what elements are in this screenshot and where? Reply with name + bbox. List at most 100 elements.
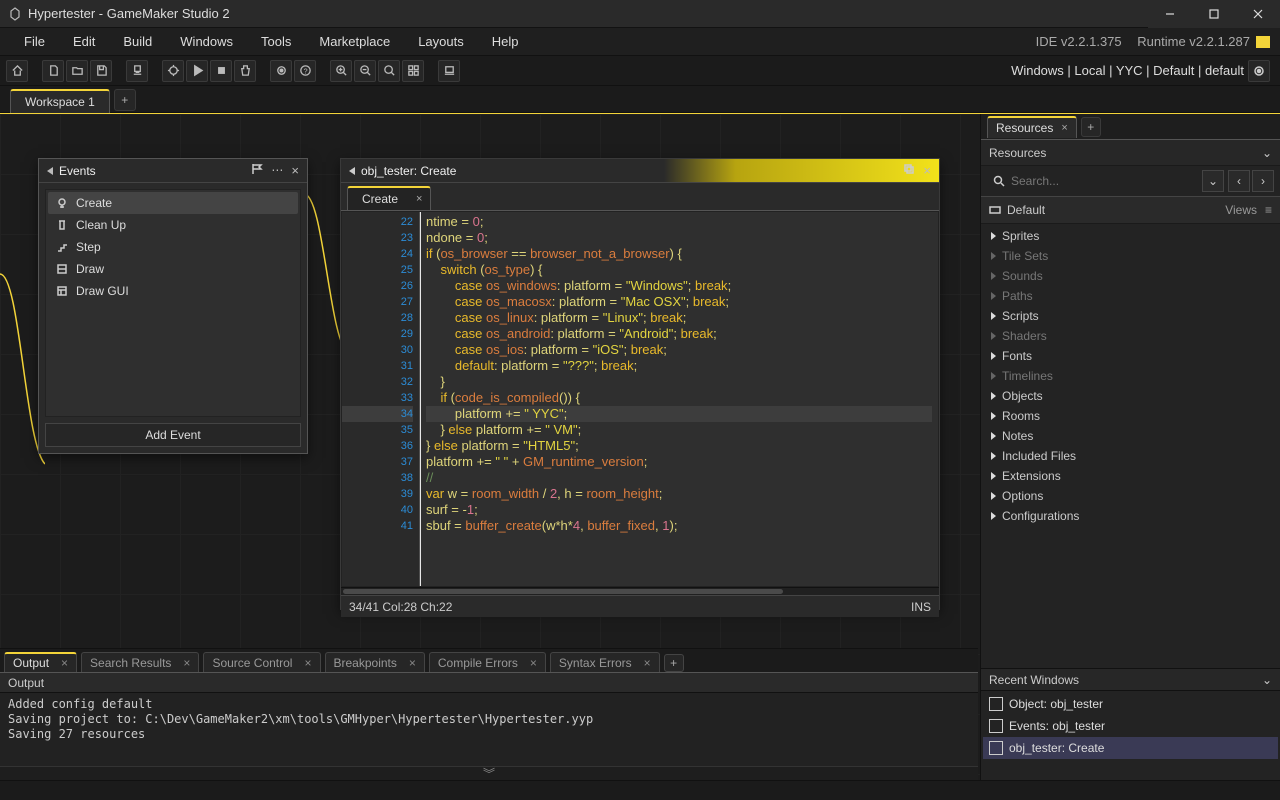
close-tab-icon[interactable]: ×	[183, 656, 190, 670]
panel-close-icon[interactable]: ×	[923, 163, 931, 178]
resource-row[interactable]: Extensions	[981, 466, 1280, 486]
resource-row[interactable]: Scripts	[981, 306, 1280, 326]
resources-tab[interactable]: Resources×	[987, 116, 1077, 138]
expand-handle[interactable]: ︾	[0, 766, 978, 780]
events-panel[interactable]: Events ⋯ × CreateClean UpStepDrawDraw GU…	[38, 158, 308, 454]
menu-marketplace[interactable]: Marketplace	[305, 28, 404, 55]
resource-row[interactable]: Tile Sets	[981, 246, 1280, 266]
zoom-out-button[interactable]	[354, 60, 376, 82]
output-tab[interactable]: Breakpoints×	[325, 652, 425, 672]
close-tab-icon[interactable]: ×	[1061, 122, 1067, 134]
run-button[interactable]	[186, 60, 208, 82]
stop-button[interactable]	[210, 60, 232, 82]
window-maximize-button[interactable]	[1192, 0, 1236, 28]
recent-window-row[interactable]: Events: obj_tester	[983, 715, 1278, 737]
create-exe-button[interactable]	[126, 60, 148, 82]
recent-window-row[interactable]: Object: obj_tester	[983, 693, 1278, 715]
laptop-mode-button[interactable]	[438, 60, 460, 82]
resource-row[interactable]: Options	[981, 486, 1280, 506]
menu-layouts[interactable]: Layouts	[404, 28, 478, 55]
zoom-reset-button[interactable]	[378, 60, 400, 82]
save-button[interactable]	[90, 60, 112, 82]
resource-row[interactable]: Notes	[981, 426, 1280, 446]
close-tab-icon[interactable]: ×	[304, 656, 311, 670]
zoom-in-button[interactable]	[330, 60, 352, 82]
output-tab[interactable]: Source Control×	[203, 652, 320, 672]
resource-row[interactable]: Shaders	[981, 326, 1280, 346]
events-panel-title: Events	[59, 164, 96, 178]
titlebar: Hypertester - GameMaker Studio 2	[0, 0, 1280, 28]
expand-tree-button[interactable]	[402, 60, 424, 82]
resource-row[interactable]: Sounds	[981, 266, 1280, 286]
code-area[interactable]: 2223242526272829303132333435363738394041…	[341, 211, 939, 587]
resource-row[interactable]: Configurations	[981, 506, 1280, 526]
resource-row[interactable]: Rooms	[981, 406, 1280, 426]
event-row[interactable]: Create	[48, 192, 298, 214]
menu-windows[interactable]: Windows	[166, 28, 247, 55]
debug-button[interactable]	[162, 60, 184, 82]
menu-help[interactable]: Help	[478, 28, 533, 55]
output-tab[interactable]: Output×	[4, 652, 77, 672]
menu-file[interactable]: File	[10, 28, 59, 55]
resources-header[interactable]: Resources ⌄	[981, 140, 1280, 166]
window-minimize-button[interactable]	[1148, 0, 1192, 28]
feedback-icon[interactable]	[1256, 36, 1270, 48]
output-tab[interactable]: Search Results×	[81, 652, 199, 672]
resource-row[interactable]: Objects	[981, 386, 1280, 406]
recent-windows-panel: Recent Windows ⌄ Object: obj_testerEvent…	[980, 668, 1280, 780]
hamburger-icon[interactable]: ≡	[1265, 203, 1272, 217]
workspace-tab[interactable]: Workspace 1	[10, 89, 110, 113]
game-options-button[interactable]	[270, 60, 292, 82]
target-manager-button[interactable]	[1248, 60, 1270, 82]
resource-row[interactable]: Fonts	[981, 346, 1280, 366]
sidebar-tab-add[interactable]: +	[1081, 117, 1101, 137]
panel-menu-icon[interactable]: ⋯	[271, 163, 283, 178]
close-tab-icon[interactable]: ×	[530, 656, 537, 670]
resource-row[interactable]: Included Files	[981, 446, 1280, 466]
horizontal-scrollbar[interactable]	[341, 587, 939, 595]
close-tab-icon[interactable]: ×	[61, 656, 68, 670]
code-editor-panel[interactable]: obj_tester: Create × Create × 2223242526…	[340, 158, 940, 610]
search-input[interactable]: Search...	[987, 170, 1198, 192]
chevron-down-icon[interactable]: ⌄	[1262, 146, 1272, 160]
expand-icon	[991, 412, 996, 420]
event-row[interactable]: Draw GUI	[48, 280, 298, 302]
resource-row[interactable]: Timelines	[981, 366, 1280, 386]
window-close-button[interactable]	[1236, 0, 1280, 28]
event-row[interactable]: Draw	[48, 258, 298, 280]
event-row[interactable]: Step	[48, 236, 298, 258]
event-row[interactable]: Clean Up	[48, 214, 298, 236]
flag-icon[interactable]	[251, 163, 263, 178]
close-tab-icon[interactable]: ×	[416, 193, 422, 205]
close-tab-icon[interactable]: ×	[409, 656, 416, 670]
output-tab[interactable]: Syntax Errors×	[550, 652, 660, 672]
search-next-button[interactable]: ›	[1252, 170, 1274, 192]
menu-edit[interactable]: Edit	[59, 28, 109, 55]
output-log[interactable]: Added config default Saving project to: …	[0, 693, 978, 766]
new-project-button[interactable]	[42, 60, 64, 82]
target-label[interactable]: Windows | Local | YYC | Default | defaul…	[1011, 63, 1244, 78]
add-event-button[interactable]: Add Event	[45, 423, 301, 447]
chevron-down-icon[interactable]: ⌄	[1262, 673, 1272, 687]
resource-row[interactable]: Sprites	[981, 226, 1280, 246]
help-button[interactable]: ?	[294, 60, 316, 82]
workspace-tab-add[interactable]: +	[114, 89, 136, 111]
clean-button[interactable]	[234, 60, 256, 82]
recent-window-row[interactable]: obj_tester: Create	[983, 737, 1278, 759]
output-tab-add[interactable]: +	[664, 654, 684, 672]
restore-icon[interactable]	[903, 163, 915, 178]
panel-close-icon[interactable]: ×	[291, 163, 299, 178]
output-tab[interactable]: Compile Errors×	[429, 652, 546, 672]
expand-icon	[991, 312, 996, 320]
search-dropdown-button[interactable]: ⌄	[1202, 170, 1224, 192]
resource-row[interactable]: Paths	[981, 286, 1280, 306]
code-tab[interactable]: Create ×	[347, 186, 431, 210]
expand-icon	[991, 252, 996, 260]
home-button[interactable]	[6, 60, 28, 82]
default-view-row[interactable]: Default Views≡	[981, 196, 1280, 224]
menu-tools[interactable]: Tools	[247, 28, 305, 55]
open-project-button[interactable]	[66, 60, 88, 82]
search-prev-button[interactable]: ‹	[1228, 170, 1250, 192]
menu-build[interactable]: Build	[109, 28, 166, 55]
close-tab-icon[interactable]: ×	[644, 656, 651, 670]
